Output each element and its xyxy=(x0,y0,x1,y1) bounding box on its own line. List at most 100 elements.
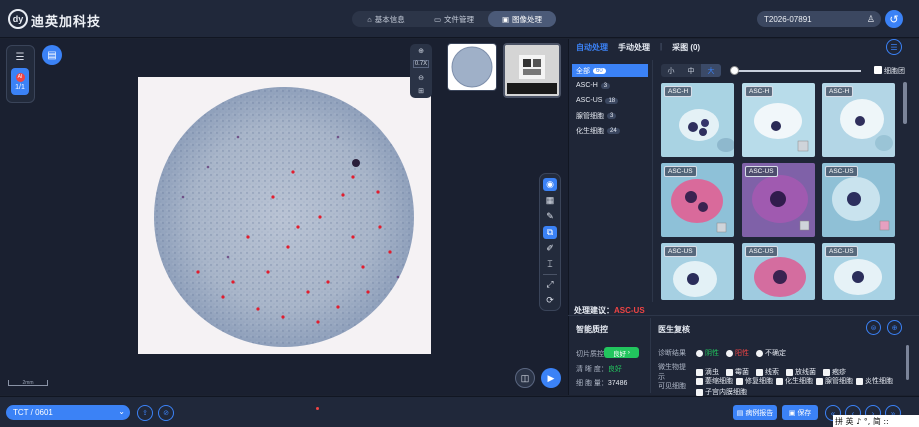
checkbox xyxy=(776,377,783,385)
scale-bar: 2mm xyxy=(8,380,48,386)
cell-thumbnail[interactable]: ASC-US xyxy=(661,163,734,237)
option-label: 腺管细胞 xyxy=(825,378,853,385)
tab-label: 图像处理 xyxy=(512,14,543,24)
cell-group-checkbox[interactable] xyxy=(874,66,882,74)
cell-tag: ASC-US xyxy=(664,166,697,177)
tab-capture[interactable]: 采图 (0) xyxy=(672,42,700,54)
compare-view-icon[interactable]: ◫ xyxy=(515,368,535,388)
cell-tag: ASC-US xyxy=(825,246,858,257)
select-icon[interactable]: ⧉ xyxy=(543,226,557,239)
case-report-button[interactable]: ▤ 病例报告 xyxy=(733,405,777,420)
slide-selector[interactable]: TCT / 0601 ⌄ xyxy=(6,405,130,420)
cell-count-value: 37486 xyxy=(607,380,628,387)
checkbox xyxy=(816,377,823,385)
size-small[interactable]: 小 xyxy=(661,64,681,77)
play-icon[interactable]: ▶ xyxy=(541,368,561,388)
save-button[interactable]: ▣ 保存 xyxy=(782,405,818,420)
diagnosis-uncertain[interactable]: 不确定 xyxy=(756,348,786,358)
ai-result-toggle[interactable]: AI 1/1 xyxy=(11,68,29,95)
option-label: 炎性细胞 xyxy=(865,378,893,385)
measure-icon[interactable]: ⌶ xyxy=(543,258,557,271)
zoom-out-icon[interactable]: ⊖ xyxy=(418,74,424,82)
category-asc-us[interactable]: ASC-US 18 xyxy=(572,94,648,107)
category-metaplastic[interactable]: 化生细胞 24 xyxy=(572,124,648,137)
back-button[interactable]: ↺ xyxy=(885,10,903,28)
fit-icon[interactable]: ⊞ xyxy=(418,87,424,95)
eye-icon[interactable]: ◉ xyxy=(543,178,557,191)
tab-basic-info[interactable]: ⌂ 基本信息 xyxy=(352,11,420,27)
fullscreen-icon[interactable]: ⤢ xyxy=(543,278,557,291)
clarity-row: 清 晰 度：良好 xyxy=(576,364,622,374)
visible-cell-option[interactable]: 腺管细胞 xyxy=(816,376,853,386)
link-icon[interactable]: ⊘ xyxy=(158,405,174,421)
target-icon[interactable]: ⊕ xyxy=(887,320,902,335)
section-divider xyxy=(568,315,919,316)
slider-handle[interactable] xyxy=(730,66,739,75)
patient-id-field[interactable]: T2026-07891 ♙ xyxy=(757,11,881,27)
threshold-slider[interactable] xyxy=(733,70,861,72)
category-count: 3 xyxy=(607,112,617,119)
ime-toolbar[interactable]: 拼 英 ♪ °, 简 :: xyxy=(833,415,919,427)
checkbox xyxy=(696,388,703,396)
label-image xyxy=(505,45,559,96)
ruler-icon[interactable]: ✐ xyxy=(543,242,557,255)
size-large[interactable]: 大 xyxy=(701,64,721,77)
tab-capture-label: 采图 xyxy=(672,43,689,52)
tab-divider: | xyxy=(660,42,663,51)
compare-icon[interactable]: ⊜ xyxy=(866,320,881,335)
cell-tag: ASC-US xyxy=(745,166,778,177)
list-icon[interactable]: ☰ xyxy=(11,50,29,64)
scale-label: 2mm xyxy=(22,380,34,386)
slide-label-thumbnail[interactable] xyxy=(503,43,561,98)
slide-image[interactable] xyxy=(138,77,431,354)
category-label: 腺管细胞 xyxy=(576,112,604,120)
brush-icon[interactable]: ✎ xyxy=(543,210,557,223)
cell-thumbnail[interactable]: ASC-H xyxy=(742,83,815,157)
visible-cell-option[interactable]: 修复细胞 xyxy=(736,376,773,386)
cell-count-row: 细 胞 量：37486 xyxy=(576,378,627,388)
category-label: 全部 xyxy=(576,67,590,75)
diagnosis-positive[interactable]: 阳性 xyxy=(726,348,749,358)
cell-thumbnail[interactable]: ASC-US xyxy=(661,243,734,300)
review-scrollbar[interactable] xyxy=(906,345,909,380)
upload-icon[interactable]: ⇪ xyxy=(137,405,153,421)
tab-auto-process[interactable]: 自动处理 xyxy=(576,42,608,54)
dark-artifact xyxy=(352,159,360,167)
cell-grid-scrollbar[interactable] xyxy=(903,82,907,124)
toolbar-divider xyxy=(543,274,557,275)
review-divider xyxy=(650,318,651,393)
checkbox xyxy=(823,368,830,376)
cell-thumbnail[interactable]: ASC-H xyxy=(822,83,895,157)
category-asc-h[interactable]: ASC-H 3 xyxy=(572,79,648,92)
tab-file-management[interactable]: ▭ 文件管理 xyxy=(420,11,488,27)
cell-thumbnail[interactable]: ASC-US xyxy=(822,163,895,237)
qc-title: 智能质控 xyxy=(576,325,608,334)
cell-tag: ASC-US xyxy=(825,166,858,177)
category-glandular[interactable]: 腺管细胞 3 xyxy=(572,109,648,122)
diagnosis-negative[interactable]: 阴性 xyxy=(696,348,719,358)
cell-thumbnail[interactable]: ASC-US xyxy=(742,243,815,300)
report-icon[interactable]: ▤ xyxy=(42,45,62,65)
category-count: 60 xyxy=(593,67,606,74)
grid-icon[interactable]: ▦ xyxy=(543,194,557,207)
tab-image-processing[interactable]: ▣ 图像处理 xyxy=(488,11,556,27)
cell-thumbnail[interactable]: ASC-H xyxy=(661,83,734,157)
zoom-in-icon[interactable]: ⊕ xyxy=(418,47,424,55)
radio xyxy=(726,349,733,357)
ai-count: 1/1 xyxy=(15,83,25,91)
rotate-icon[interactable]: ⟳ xyxy=(543,294,557,307)
slide-overview-thumbnail[interactable] xyxy=(447,43,497,91)
cell-group-label: 细胞团 xyxy=(884,68,905,75)
cell-thumbnail[interactable]: ASC-US xyxy=(742,163,815,237)
visible-cell-option[interactable]: 萎缩细胞 xyxy=(696,376,733,386)
visible-cell-option[interactable]: 化生细胞 xyxy=(776,376,813,386)
case-report-label: 病例报告 xyxy=(745,409,774,417)
slide-selector-value: TCT / 0601 xyxy=(13,408,53,417)
size-medium[interactable]: 中 xyxy=(681,64,701,77)
cell-thumbnail[interactable]: ASC-US xyxy=(822,243,895,300)
visible-cell-option[interactable]: 炎性细胞 xyxy=(856,376,893,386)
category-all[interactable]: 全部 60 xyxy=(572,64,648,77)
menu-icon[interactable]: ☰ xyxy=(886,39,902,55)
slide-quality-status[interactable]: 良好 › xyxy=(604,347,639,358)
tab-manual-process[interactable]: 手动处理 xyxy=(618,42,650,54)
